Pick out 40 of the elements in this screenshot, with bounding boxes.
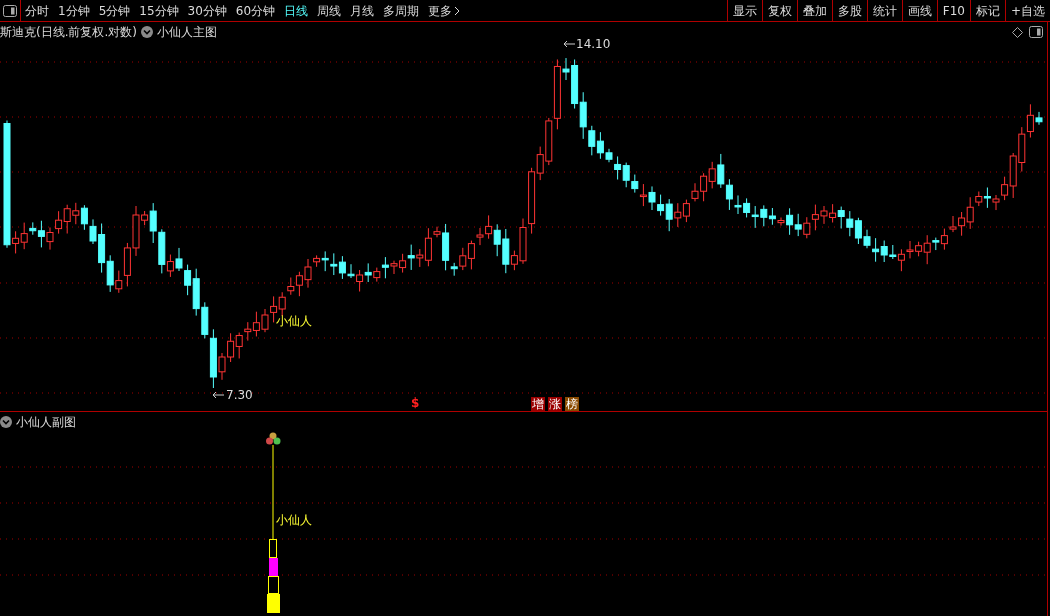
toolbar-button[interactable]: 统计 (866, 0, 902, 21)
marker-symbol: $ (411, 397, 420, 409)
signal-label: 小仙人 (276, 514, 312, 526)
period-tab[interactable]: 60分钟 (235, 1, 276, 20)
high-price-label: 14.10 (576, 38, 611, 50)
dropdown-icon[interactable] (0, 416, 12, 428)
period-tab[interactable]: 30分钟 (187, 1, 227, 20)
arrow-icon (563, 40, 575, 48)
signal-label: 小仙人 (276, 315, 312, 327)
arrow-icon (212, 391, 224, 399)
stock-title: 斯迪克(日线.前复权.对数) (0, 24, 137, 41)
diamond-icon[interactable] (1012, 26, 1023, 38)
balls-icon (266, 432, 281, 445)
toolbar-button[interactable]: 显示 (726, 0, 762, 21)
chevron-right-icon (454, 5, 461, 16)
toolbar-button[interactable]: +自选 (1004, 0, 1050, 21)
period-tab[interactable]: 多周期 (383, 1, 420, 20)
dropdown-icon[interactable] (141, 26, 153, 38)
toolbar-button[interactable]: 复权 (761, 0, 797, 21)
event-tag[interactable]: 榜 (565, 397, 579, 411)
period-tab[interactable]: 周线 (317, 1, 342, 20)
low-price-label: 7.30 (226, 389, 253, 401)
event-tag[interactable]: 增 (531, 397, 545, 411)
period-tab[interactable]: 5分钟 (98, 1, 131, 20)
period-tab[interactable]: 15分钟 (139, 1, 179, 20)
period-tab[interactable]: 1分钟 (58, 1, 90, 20)
panel-toggle-icon[interactable] (1029, 26, 1043, 38)
toolbar-button[interactable]: 画线 (901, 0, 937, 21)
period-tab[interactable]: 分时 (25, 1, 49, 20)
toolbar-button[interactable]: 标记 (969, 0, 1005, 21)
period-tab[interactable]: 日线 (284, 1, 309, 20)
period-tab[interactable]: 月线 (350, 1, 375, 20)
indicator-name: 小仙人主图 (157, 24, 217, 41)
toolbar-button[interactable]: F10 (936, 0, 970, 21)
panel-toggle-icon[interactable] (3, 4, 17, 17)
event-tag[interactable]: 涨 (548, 397, 562, 411)
indicator-name: 小仙人副图 (16, 414, 76, 431)
more-button[interactable]: 更多 (428, 1, 461, 20)
toolbar-button[interactable]: 叠加 (796, 0, 832, 21)
toolbar-button[interactable]: 多股 (831, 0, 867, 21)
